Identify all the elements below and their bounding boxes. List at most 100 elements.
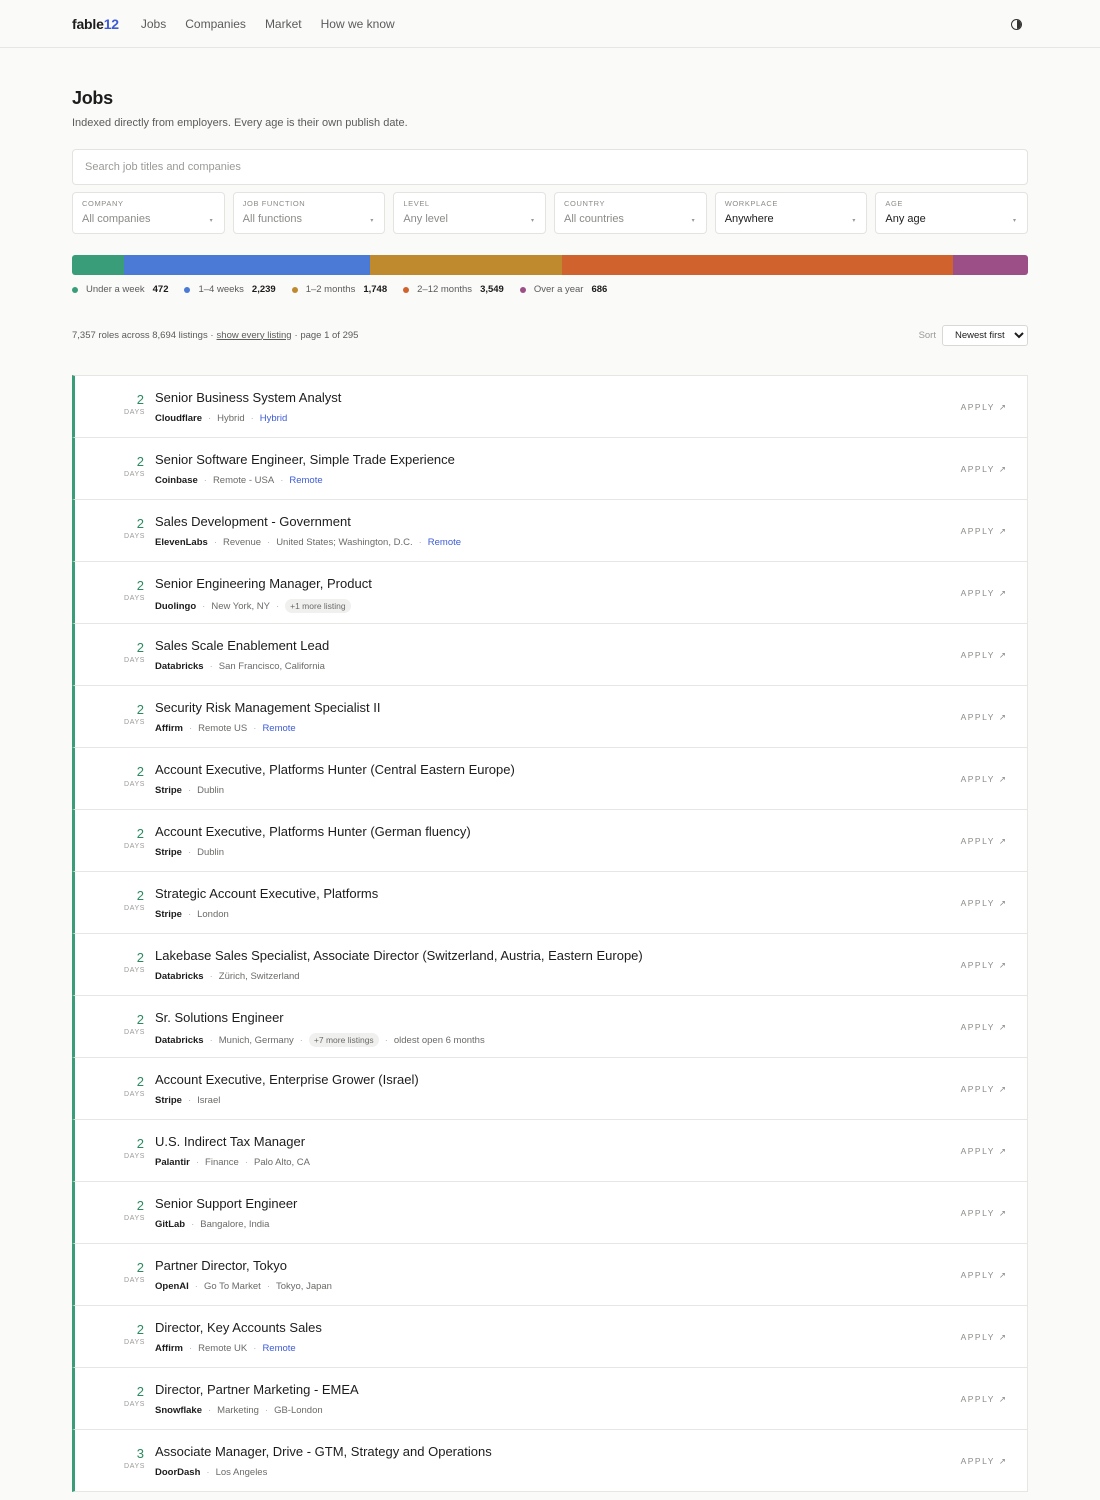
search-input[interactable] [85, 161, 1027, 173]
job-row[interactable]: 2 DAYS Account Executive, Platforms Hunter… [72, 747, 1028, 810]
apply-button[interactable]: APPLY ↗ [961, 1456, 1006, 1467]
job-row[interactable]: 2 DAYS Director, Partner Marketing - EMEA S… [72, 1367, 1028, 1430]
filter-workplace[interactable]: WORKPLACE Anywhere ▾ [714, 192, 868, 234]
job-company[interactable]: ElevenLabs [155, 537, 208, 548]
apply-button[interactable]: APPLY ↗ [961, 1394, 1006, 1405]
job-title[interactable]: Account Executive, Platforms Hunter (Cen… [155, 762, 515, 777]
filter-job-function[interactable]: JOB FUNCTION All functions ▾ [232, 192, 386, 234]
job-row[interactable]: 2 DAYS Director, Key Accounts Sales Affirm ·… [72, 1305, 1028, 1368]
job-row[interactable]: 2 DAYS Account Executive, Platforms Hunter… [72, 809, 1028, 872]
job-row[interactable]: 2 DAYS Security Risk Management Specialist… [72, 685, 1028, 748]
apply-button[interactable]: APPLY ↗ [961, 1270, 1006, 1281]
apply-button[interactable]: APPLY ↗ [961, 1022, 1006, 1033]
search-box[interactable] [72, 149, 1028, 185]
job-title[interactable]: Senior Support Engineer [155, 1196, 297, 1211]
job-row[interactable]: 2 DAYS Senior Support Engineer GitLab · Banga… [72, 1181, 1028, 1244]
age-bar-segment[interactable] [370, 255, 563, 275]
job-company[interactable]: Duolingo [155, 601, 196, 612]
apply-button[interactable]: APPLY ↗ [961, 774, 1006, 785]
age-bar-segment[interactable] [562, 255, 953, 275]
nav-link-companies[interactable]: Companies [185, 17, 246, 31]
apply-button[interactable]: APPLY ↗ [961, 1084, 1006, 1095]
job-company[interactable]: Stripe [155, 1095, 182, 1106]
job-title[interactable]: Lakebase Sales Specialist, Associate Dir… [155, 948, 643, 963]
apply-button[interactable]: APPLY ↗ [961, 960, 1006, 971]
job-company[interactable]: Databricks [155, 1035, 204, 1046]
job-company[interactable]: Databricks [155, 971, 204, 982]
apply-button[interactable]: APPLY ↗ [961, 1146, 1006, 1157]
apply-button[interactable]: APPLY ↗ [961, 588, 1006, 599]
filter-age[interactable]: AGE Any age ▾ [875, 192, 1029, 234]
job-title[interactable]: Strategic Account Executive, Platforms [155, 886, 378, 901]
job-company[interactable]: DoorDash [155, 1467, 200, 1478]
job-company[interactable]: OpenAI [155, 1281, 189, 1292]
logo[interactable]: fable12 [72, 16, 119, 32]
apply-button[interactable]: APPLY ↗ [961, 836, 1006, 847]
job-row[interactable]: 2 DAYS Sales Development - Government Eleve… [72, 499, 1028, 562]
job-title[interactable]: Account Executive, Platforms Hunter (Ger… [155, 824, 471, 839]
job-company[interactable]: Cloudflare [155, 413, 202, 424]
apply-button[interactable]: APPLY ↗ [961, 650, 1006, 661]
apply-button[interactable]: APPLY ↗ [961, 898, 1006, 909]
job-title[interactable]: Senior Business System Analyst [155, 390, 341, 405]
job-title[interactable]: Partner Director, Tokyo [155, 1258, 287, 1273]
job-company[interactable]: Databricks [155, 661, 204, 672]
apply-button[interactable]: APPLY ↗ [961, 1332, 1006, 1343]
job-title[interactable]: Account Executive, Enterprise Grower (Is… [155, 1072, 419, 1087]
job-company[interactable]: GitLab [155, 1219, 185, 1230]
age-bar-segment[interactable] [123, 255, 371, 275]
filter-level[interactable]: LEVEL Any level ▾ [393, 192, 547, 234]
apply-button[interactable]: APPLY ↗ [961, 1208, 1006, 1219]
job-company[interactable]: Coinbase [155, 475, 198, 486]
legend-item[interactable]: 2–12 months 3,549 [403, 284, 504, 295]
nav-link-market[interactable]: Market [265, 17, 302, 31]
apply-button[interactable]: APPLY ↗ [961, 526, 1006, 537]
job-company[interactable]: Stripe [155, 785, 182, 796]
job-row[interactable]: 2 DAYS Strategic Account Executive, Platfo… [72, 871, 1028, 934]
job-row[interactable]: 2 DAYS Senior Software Engineer, Simple Tr… [72, 437, 1028, 500]
job-row[interactable]: 2 DAYS Sr. Solutions Engineer Databricks · Mu… [72, 995, 1028, 1058]
job-row[interactable]: 2 DAYS Sales Scale Enablement Lead Databric… [72, 623, 1028, 686]
job-title[interactable]: Sr. Solutions Engineer [155, 1010, 284, 1025]
job-title[interactable]: Associate Manager, Drive - GTM, Strategy… [155, 1444, 492, 1459]
job-row[interactable]: 2 DAYS Account Executive, Enterprise Growe… [72, 1057, 1028, 1120]
job-title[interactable]: Director, Partner Marketing - EMEA [155, 1382, 359, 1397]
job-company[interactable]: Stripe [155, 847, 182, 858]
nav-link-how-we-know[interactable]: How we know [321, 17, 395, 31]
legend-item[interactable]: Under a week 472 [72, 284, 168, 295]
job-title[interactable]: Senior Software Engineer, Simple Trade E… [155, 452, 455, 467]
job-row[interactable]: 2 DAYS Senior Engineering Manager, Product… [72, 561, 1028, 624]
job-company[interactable]: Snowflake [155, 1405, 202, 1416]
job-row[interactable]: 2 DAYS U.S. Indirect Tax Manager Palantir · F… [72, 1119, 1028, 1182]
filter-company[interactable]: COMPANY All companies ▾ [72, 192, 225, 234]
show-every-listing-link[interactable]: show every listing [217, 330, 292, 341]
job-company[interactable]: Affirm [155, 723, 183, 734]
job-row[interactable]: 2 DAYS Senior Business System Analyst Cloud… [72, 375, 1028, 438]
apply-button[interactable]: APPLY ↗ [961, 402, 1006, 413]
age-bar-segment[interactable] [72, 255, 124, 275]
job-company[interactable]: Affirm [155, 1343, 183, 1354]
filter-country[interactable]: COUNTRY All countries ▾ [554, 192, 707, 234]
job-company[interactable]: Stripe [155, 909, 182, 920]
sort-select[interactable]: Newest first [942, 324, 1028, 346]
nav-link-jobs[interactable]: Jobs [141, 17, 166, 31]
theme-toggle-icon[interactable] [1011, 18, 1022, 30]
job-title[interactable]: Sales Scale Enablement Lead [155, 638, 329, 653]
job-row[interactable]: 3 DAYS Associate Manager, Drive - GTM, Str… [72, 1429, 1028, 1492]
more-listings-badge[interactable]: +7 more listings [308, 1033, 379, 1047]
legend-item[interactable]: Over a year 686 [519, 284, 607, 295]
job-company[interactable]: Palantir [155, 1157, 190, 1168]
job-title[interactable]: Director, Key Accounts Sales [155, 1320, 322, 1335]
legend-item[interactable]: 1–4 weeks 2,239 [184, 284, 276, 295]
apply-button[interactable]: APPLY ↗ [961, 464, 1006, 475]
more-listings-badge[interactable]: +1 more listing [285, 599, 351, 613]
job-title[interactable]: Sales Development - Government [155, 514, 351, 529]
job-title[interactable]: U.S. Indirect Tax Manager [155, 1134, 305, 1149]
apply-button[interactable]: APPLY ↗ [961, 712, 1006, 723]
job-row[interactable]: 2 DAYS Partner Director, Tokyo OpenAI · Go To… [72, 1243, 1028, 1306]
job-title[interactable]: Senior Engineering Manager, Product [155, 576, 372, 591]
job-row[interactable]: 2 DAYS Lakebase Sales Specialist, Associat… [72, 933, 1028, 996]
age-bar-segment[interactable] [952, 255, 1028, 275]
legend-item[interactable]: 1–2 months 1,748 [291, 284, 387, 295]
job-title[interactable]: Security Risk Management Specialist II [155, 700, 380, 715]
